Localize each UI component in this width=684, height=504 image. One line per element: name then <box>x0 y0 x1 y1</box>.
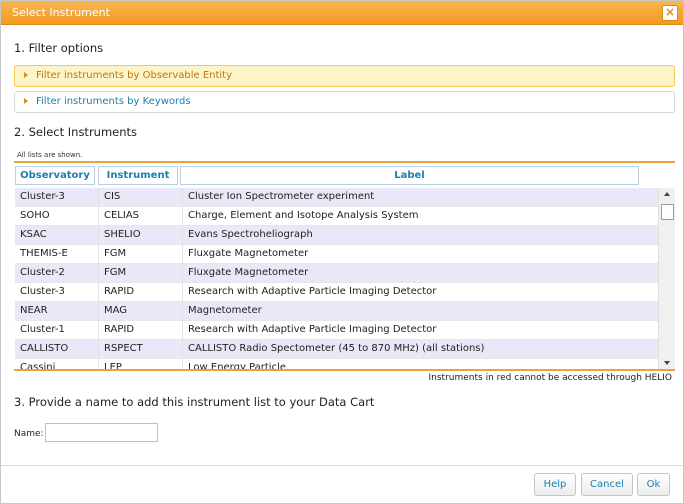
column-header-label[interactable]: Label <box>180 166 639 185</box>
data-cart-heading: 3. Provide a name to add this instrument… <box>14 395 375 409</box>
cell-label: Low Energy Particle <box>188 362 287 371</box>
table-body: Cluster-3 CIS Cluster Ion Spectrometer exp… <box>15 188 658 371</box>
table-row[interactable]: Cassini LEP Low Energy Particle <box>15 359 658 371</box>
accordion-filter-keywords[interactable]: Filter instruments by Keywords <box>14 91 675 113</box>
help-button[interactable]: Help <box>534 473 576 496</box>
column-separator <box>182 302 183 321</box>
instrument-table: Observatory Instrument Label Cluster-3 CI… <box>14 161 675 371</box>
cell-label: CALLISTO Radio Spectometer (45 to 870 MH… <box>188 343 485 354</box>
footer-divider <box>1 465 683 466</box>
dialog-titlebar[interactable]: Select Instrument × <box>1 1 683 25</box>
triangle-right-icon <box>24 72 28 78</box>
cell-instrument: CELIAS <box>104 210 140 221</box>
table-row[interactable]: Cluster-1 RAPID Research with Adaptive Par… <box>15 321 658 340</box>
column-separator <box>98 283 99 302</box>
cell-observatory: KSAC <box>20 229 47 240</box>
cell-observatory: NEAR <box>20 305 48 316</box>
cell-label: Research with Adaptive Particle Imaging … <box>188 324 437 335</box>
cell-label: Fluxgate Magnetometer <box>188 267 309 278</box>
cell-instrument: FGM <box>104 248 127 259</box>
select-instruments-heading: 2. Select Instruments <box>14 125 138 139</box>
column-separator <box>182 283 183 302</box>
column-separator <box>182 245 183 264</box>
column-separator <box>182 340 183 359</box>
table-row[interactable]: NEAR MAG Magnetometer <box>15 302 658 321</box>
cell-instrument: LEP <box>104 362 122 371</box>
column-separator <box>182 226 183 245</box>
ok-button[interactable]: Ok <box>637 473 670 496</box>
accordion-label: Filter instruments by Keywords <box>36 96 191 107</box>
cell-instrument: RAPID <box>104 324 135 335</box>
table-row[interactable]: KSAC SHELIO Evans Spectroheliograph <box>15 226 658 245</box>
column-separator <box>182 207 183 226</box>
cell-instrument: MAG <box>104 305 128 316</box>
cell-observatory: Cluster-3 <box>20 191 65 202</box>
cell-label: Research with Adaptive Particle Imaging … <box>188 286 437 297</box>
column-separator <box>98 207 99 226</box>
cell-label: Magnetometer <box>188 305 262 316</box>
cell-instrument: FGM <box>104 267 127 278</box>
column-separator <box>98 245 99 264</box>
cell-label: Evans Spectroheliograph <box>188 229 313 240</box>
column-separator <box>182 188 183 207</box>
column-separator <box>98 264 99 283</box>
column-separator <box>98 340 99 359</box>
table-scrollbar[interactable] <box>658 188 675 369</box>
table-row[interactable]: THEMIS-E FGM Fluxgate Magnetometer <box>15 245 658 264</box>
select-instrument-dialog: Select Instrument × 1. Filter options Fi… <box>0 0 684 504</box>
accordion-filter-observable-entity[interactable]: Filter instruments by Observable Entity <box>14 65 675 87</box>
cell-observatory: Cluster-3 <box>20 286 65 297</box>
cell-observatory: Cluster-1 <box>20 324 65 335</box>
column-separator <box>98 188 99 207</box>
column-separator <box>182 321 183 340</box>
cell-observatory: CALLISTO <box>20 343 69 354</box>
cell-instrument: SHELIO <box>104 229 141 240</box>
arrow-down-icon[interactable] <box>664 361 670 365</box>
column-header-observatory[interactable]: Observatory <box>15 166 95 185</box>
column-separator <box>182 264 183 283</box>
table-row[interactable]: Cluster-3 CIS Cluster Ion Spectrometer exp… <box>15 188 658 207</box>
name-input[interactable] <box>45 423 158 442</box>
scrollbar-thumb[interactable] <box>661 204 674 220</box>
table-row[interactable]: SOHO CELIAS Charge, Element and Isotope An… <box>15 207 658 226</box>
inaccessible-instruments-note: Instruments in red cannot be accessed th… <box>428 373 673 383</box>
table-row[interactable]: Cluster-2 FGM Fluxgate Magnetometer <box>15 264 658 283</box>
column-separator <box>98 302 99 321</box>
all-lists-note: All lists are shown. <box>17 151 83 159</box>
column-separator <box>98 359 99 369</box>
cell-instrument: CIS <box>104 191 121 202</box>
cell-observatory: SOHO <box>20 210 50 221</box>
cell-observatory: Cassini <box>20 362 56 371</box>
accordion-label: Filter instruments by Observable Entity <box>36 70 233 81</box>
cancel-button[interactable]: Cancel <box>581 473 633 496</box>
cell-instrument: RSPECT <box>104 343 143 354</box>
dialog-title: Select Instrument <box>12 6 110 19</box>
arrow-up-icon[interactable] <box>664 192 670 196</box>
column-header-instrument[interactable]: Instrument <box>98 166 178 185</box>
table-row[interactable]: CALLISTO RSPECT CALLISTO Radio Spectometer… <box>15 340 658 359</box>
cell-label: Charge, Element and Isotope Analysis Sys… <box>188 210 419 221</box>
cell-instrument: RAPID <box>104 286 135 297</box>
filter-options-heading: 1. Filter options <box>14 41 104 55</box>
cell-label: Fluxgate Magnetometer <box>188 248 309 259</box>
column-separator <box>182 359 183 369</box>
cell-label: Cluster Ion Spectrometer experiment <box>188 191 375 202</box>
cell-observatory: Cluster-2 <box>20 267 65 278</box>
table-row[interactable]: Cluster-3 RAPID Research with Adaptive Par… <box>15 283 658 302</box>
column-separator <box>98 226 99 245</box>
name-label: Name: <box>14 429 44 439</box>
triangle-right-icon <box>24 98 28 104</box>
close-icon[interactable]: × <box>662 5 678 21</box>
cell-observatory: THEMIS-E <box>20 248 68 259</box>
column-separator <box>98 321 99 340</box>
